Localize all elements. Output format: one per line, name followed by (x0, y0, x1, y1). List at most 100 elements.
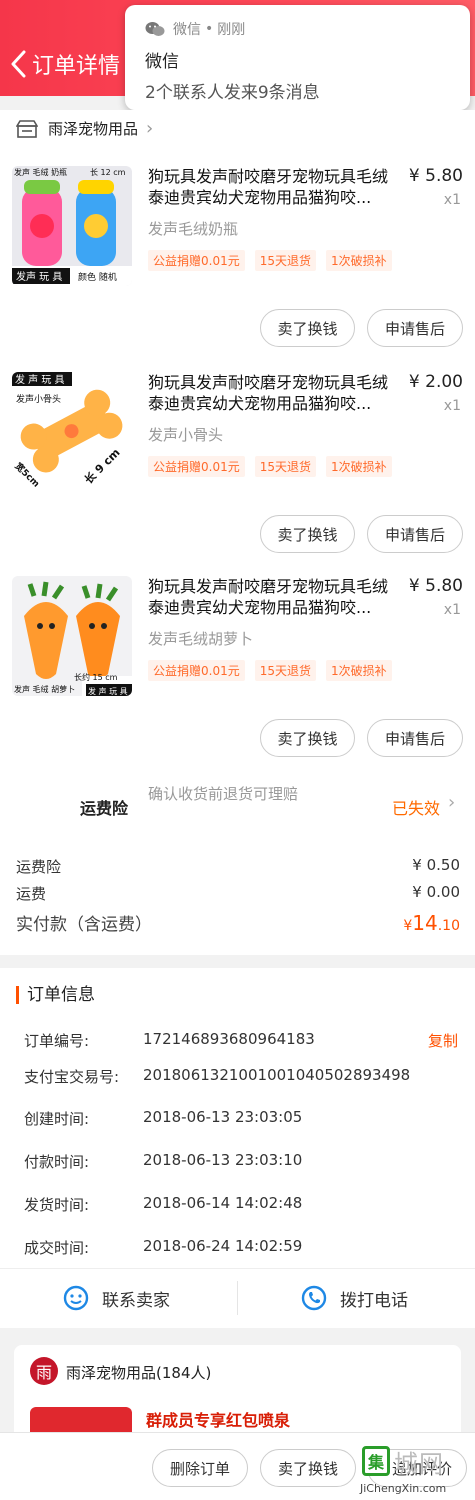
after-sale-button[interactable]: 申请售后 (367, 309, 463, 347)
product-quantity: x1 (443, 192, 461, 208)
contact-seller-button[interactable]: 联系卖家 (62, 1284, 170, 1312)
delete-order-button[interactable]: 删除订单 (152, 1449, 248, 1487)
chat-smile-icon (63, 1285, 89, 1311)
insurance-label: 运费险 (80, 799, 129, 818)
site-watermark: 集 城网 JiChengXin.com (358, 1440, 475, 1500)
shipping-insurance-row[interactable]: 运费险 确认收货前退货可理赔 已失效 › (0, 780, 475, 830)
phone-icon (301, 1285, 327, 1311)
alipay-trade-number: 2018061321001001040502893498 (143, 1066, 411, 1084)
after-sale-button[interactable]: 申请售后 (367, 719, 463, 757)
fee-value: ¥ 0.50 (412, 856, 460, 874)
divider (237, 1281, 238, 1315)
service-tag: 1次破损补 (326, 250, 392, 271)
info-label: 付款时间: (24, 1153, 90, 1171)
product-spec: 发声毛绒奶瓶 (148, 220, 239, 238)
insurance-desc: 确认收货前退货可理赔 (148, 785, 299, 803)
product-price: ¥ 5.80 (408, 166, 463, 186)
product-title[interactable]: 狗玩具发声耐咬磨牙宠物玩具毛绒泰迪贵宾幼犬宠物用品猫狗咬... (148, 372, 403, 414)
service-tag: 1次破损补 (326, 456, 392, 477)
order-card: 雨泽宠物用品 › 发声 毛绒 奶瓶 长 12 cm 发声 玩 具 颜色 随机 狗… (0, 110, 475, 955)
product-thumbnail[interactable]: 长约 15 cm 发声 毛绒 胡萝卜 发 声 玩 具 (12, 576, 132, 696)
store-icon (16, 119, 38, 138)
info-label: 支付宝交易号: (24, 1068, 120, 1086)
product-title[interactable]: 狗玩具发声耐咬磨牙宠物玩具毛绒泰迪贵宾幼犬宠物用品猫狗咬... (148, 576, 403, 618)
contact-seller-label: 联系卖家 (102, 1290, 170, 1311)
watermark-text: 城网 (394, 1450, 444, 1478)
sell-button[interactable]: 卖了换钱 (260, 719, 355, 757)
product-spec: 发声毛绒胡萝卜 (148, 630, 254, 648)
product-quantity: x1 (443, 398, 461, 414)
fee-row: 运费 ¥ 0.00 (16, 883, 460, 904)
thumb-text: 发声 毛绒 奶瓶 (14, 167, 67, 177)
created-time: 2018-06-13 23:03:05 (143, 1108, 303, 1126)
notification-time: 刚刚 (217, 22, 246, 38)
product-thumbnail[interactable]: 发 声 玩 具 发声小骨头 长 9 cm 宽5cm (12, 372, 132, 492)
fee-row: 运费险 ¥ 0.50 (16, 856, 460, 877)
service-tag: 公益捐赠0.01元 (148, 456, 245, 477)
thumb-text: 长 12 cm (90, 167, 126, 177)
thumb-text: 颜色 随机 (78, 271, 117, 283)
service-tag: 1次破损补 (326, 660, 392, 681)
product-thumbnail[interactable]: 发声 毛绒 奶瓶 长 12 cm 发声 玩 具 颜色 随机 (12, 166, 132, 286)
sell-button[interactable]: 卖了换钱 (260, 1449, 356, 1487)
shop-name: 雨泽宠物用品 (48, 120, 139, 138)
order-item: 发 声 玩 具 发声小骨头 长 9 cm 宽5cm 狗玩具发声耐咬磨牙宠物玩具毛… (0, 372, 475, 577)
notification-separator: • (205, 21, 214, 37)
total-amount: ¥14.10 (403, 911, 460, 935)
product-price: ¥ 2.00 (408, 372, 463, 392)
contact-bar: 联系卖家 拨打电话 (0, 1268, 475, 1328)
sell-button[interactable]: 卖了换钱 (260, 309, 355, 347)
thumb-text: 长 9 cm (81, 445, 122, 486)
group-name: 雨泽宠物用品(184人) (66, 1364, 212, 1382)
chevron-right-icon: › (448, 792, 456, 813)
chevron-right-icon: › (146, 118, 154, 139)
completed-time: 2018-06-24 14:02:59 (143, 1237, 303, 1255)
notification-app: 微信 (173, 22, 201, 38)
service-tag: 15天退货 (254, 250, 317, 271)
shop-header[interactable]: 雨泽宠物用品 › (16, 118, 153, 139)
fee-label: 运费 (16, 885, 47, 903)
fee-label: 运费险 (16, 858, 62, 876)
info-label: 发货时间: (24, 1196, 90, 1214)
sell-button[interactable]: 卖了换钱 (260, 515, 355, 553)
product-quantity: x1 (443, 602, 461, 618)
service-tag: 公益捐赠0.01元 (148, 250, 245, 271)
thumb-text: 发声 玩 具 (16, 270, 62, 283)
notification-body: 2个联系人发来9条消息 (145, 83, 320, 103)
wechat-notification[interactable]: 微信 • 刚刚 微信 2个联系人发来9条消息 (125, 5, 470, 110)
copy-button[interactable]: 复制 (428, 1030, 458, 1051)
call-button[interactable]: 拨打电话 (300, 1284, 408, 1312)
thumb-text: 发声 毛绒 胡萝卜 (14, 684, 75, 694)
wechat-icon (145, 22, 165, 36)
section-title: 订单信息 (16, 986, 95, 1004)
notification-title: 微信 (145, 52, 179, 72)
back-arrow-icon[interactable] (8, 50, 28, 78)
info-label: 订单编号: (24, 1032, 90, 1050)
group-avatar: 雨 (30, 1357, 58, 1385)
insurance-status: 已失效 (392, 799, 441, 818)
info-label: 成交时间: (24, 1239, 90, 1257)
service-tag: 15天退货 (254, 660, 317, 681)
thumb-text: 发 声 玩 具 (15, 373, 65, 386)
page-title: 订单详情 (32, 54, 121, 79)
info-label: 创建时间: (24, 1110, 90, 1128)
paid-time: 2018-06-13 23:03:10 (143, 1151, 303, 1169)
shipped-time: 2018-06-14 14:02:48 (143, 1194, 303, 1212)
after-sale-button[interactable]: 申请售后 (367, 515, 463, 553)
order-item: 发声 毛绒 奶瓶 长 12 cm 发声 玩 具 颜色 随机 狗玩具发声耐咬磨牙宠… (0, 166, 475, 371)
watermark-url: JiChengXin.com (360, 1482, 447, 1495)
service-tag: 公益捐赠0.01元 (148, 660, 245, 681)
order-item: 长约 15 cm 发声 毛绒 胡萝卜 发 声 玩 具 狗玩具发声耐咬磨牙宠物玩具… (0, 576, 475, 781)
call-label: 拨打电话 (340, 1290, 408, 1311)
watermark-logo: 集 (362, 1446, 390, 1476)
product-title[interactable]: 狗玩具发声耐咬磨牙宠物玩具毛绒泰迪贵宾幼犬宠物用品猫狗咬... (148, 166, 403, 208)
service-tag: 15天退货 (254, 456, 317, 477)
thumb-text: 长约 15 cm (74, 672, 118, 682)
total-row: 实付款（含运费） ¥14.10 (16, 910, 460, 935)
thumb-text: 发 声 玩 具 (88, 686, 128, 696)
order-info-section: 订单信息 订单编号: 172146893680964183 复制 支付宝交易号:… (0, 968, 475, 1328)
order-number: 172146893680964183 (143, 1030, 315, 1048)
total-label: 实付款（含运费） (16, 915, 152, 935)
product-spec: 发声小骨头 (148, 426, 224, 444)
thumb-text: 发声小骨头 (16, 393, 61, 405)
